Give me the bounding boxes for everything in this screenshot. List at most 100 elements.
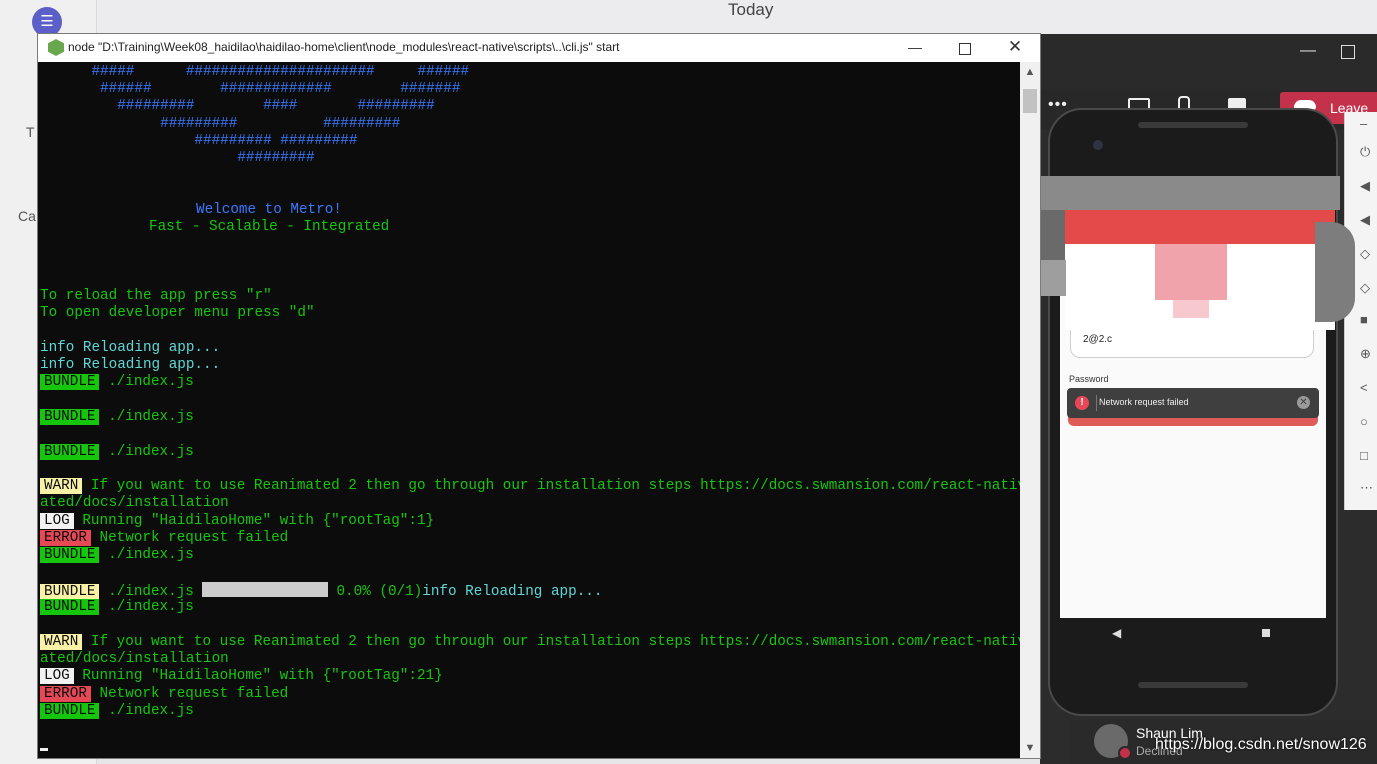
bundle-tag: BUNDLE: [40, 409, 100, 425]
welcome-text: Welcome to Metro!: [196, 202, 342, 218]
console-window[interactable]: node "D:\Training\Week08_haidilao\haidil…: [38, 34, 1040, 758]
log-text: Running "HaidilaoHome" with {"rootTag":1…: [82, 513, 435, 529]
log-line: BUNDLE ./index.js: [40, 374, 194, 391]
rotate-right-icon[interactable]: ◇: [1360, 280, 1370, 296]
progress-text: 0.0% (0/1): [336, 584, 423, 600]
text-cursor: [40, 748, 48, 751]
console-titlebar[interactable]: node "D:\Training\Week08_haidilao\haidil…: [38, 34, 1040, 62]
back-icon[interactable]: <: [1360, 380, 1368, 395]
vertical-scrollbar[interactable]: ▲ ▼: [1020, 62, 1040, 758]
error-tag: ERROR: [40, 530, 91, 546]
log-line: BUNDLE ./index.js: [40, 599, 194, 616]
warn-tag: WARN: [40, 478, 83, 494]
console-title: node "D:\Training\Week08_haidilao\haidil…: [68, 40, 620, 54]
phone-bottom-speaker: [1138, 682, 1248, 688]
warn-text: If you want to use Reanimated 2 then go …: [90, 478, 1020, 494]
bundle-path: ./index.js: [108, 374, 194, 390]
scroll-thumb[interactable]: [1023, 89, 1037, 113]
log-line: BUNDLE ./index.js: [40, 444, 194, 461]
bundle-path: ./index.js: [108, 409, 194, 425]
log-line: BUNDLE ./index.js: [40, 703, 194, 720]
ascii-art-line: #########: [40, 150, 315, 166]
ascii-art-line: ######### #########: [40, 133, 358, 149]
volume-down-icon[interactable]: ◀: [1360, 212, 1370, 228]
log-line: BUNDLE ./index.js: [40, 409, 194, 426]
ascii-art-line: ###### ############# #######: [40, 81, 461, 97]
meeting-restore-icon[interactable]: [1341, 45, 1355, 59]
close-button[interactable]: ✕: [990, 34, 1040, 62]
log-line: info Reloading app...: [40, 357, 221, 373]
bundle-path: ./index.js: [108, 599, 194, 615]
phone-navigation-bar: [1060, 618, 1326, 652]
log-tag: LOG: [40, 668, 74, 684]
screenshot-icon[interactable]: ■: [1360, 312, 1368, 327]
maximize-button[interactable]: [940, 34, 990, 62]
log-line: ated/docs/installation: [40, 495, 229, 511]
log-line: ated/docs/installation: [40, 651, 229, 667]
email-value: 2@2.c: [1083, 334, 1113, 345]
bundle-tag: BUNDLE: [40, 703, 100, 719]
error-text: Network request failed: [99, 686, 289, 702]
emulator-toolbar-minimize-icon[interactable]: –: [1360, 116, 1367, 131]
log-tag: LOG: [40, 513, 74, 529]
ascii-art-line: ######### #### #########: [40, 98, 435, 114]
devmenu-hint: To open developer menu press "d": [40, 305, 315, 321]
log-line: ERROR Network request failed: [40, 686, 288, 703]
sidebar-fragment-label: Ca: [18, 208, 36, 224]
warn-text: If you want to use Reanimated 2 then go …: [90, 634, 1020, 650]
meeting-titlebar: [1040, 34, 1377, 90]
nodejs-icon: [48, 39, 64, 56]
console-output[interactable]: ##### ###################### ###### ####…: [38, 62, 1020, 758]
scroll-down-icon[interactable]: ▼: [1020, 738, 1040, 758]
volume-up-icon[interactable]: ◀: [1360, 178, 1370, 194]
bundle-progress-bar: [201, 582, 328, 597]
home-icon[interactable]: ○: [1360, 414, 1368, 429]
ascii-art-line: ######### #########: [40, 116, 401, 132]
bundle-tag: BUNDLE: [40, 584, 100, 600]
pixelated-logo-area: [1010, 176, 1355, 330]
zoom-icon[interactable]: ⊕: [1360, 346, 1371, 362]
bundle-path: ./index.js: [108, 444, 194, 460]
more-icon[interactable]: ⋯: [1360, 480, 1373, 496]
today-label: Today: [728, 0, 774, 19]
log-text: Running "HaidilaoHome" with {"rootTag":2…: [82, 668, 443, 684]
log-line: ERROR Network request failed: [40, 530, 288, 547]
meeting-minimize-icon[interactable]: —: [1300, 42, 1316, 60]
progress-info: info Reloading app...: [422, 584, 603, 600]
email-field[interactable]: 2@2.c: [1070, 326, 1314, 358]
error-tag: ERROR: [40, 686, 91, 702]
log-line: LOG Running "HaidilaoHome" with {"rootTa…: [40, 513, 434, 530]
bundle-tag: BUNDLE: [40, 547, 100, 563]
bundle-tag: BUNDLE: [40, 599, 100, 615]
tagline-text: Fast - Scalable - Integrated: [149, 219, 390, 235]
log-line: LOG Running "HaidilaoHome" with {"rootTa…: [40, 668, 443, 685]
bundle-path: ./index.js: [108, 547, 194, 563]
bundle-path: ./index.js: [108, 703, 194, 719]
scroll-up-icon[interactable]: ▲: [1020, 62, 1040, 82]
ascii-art-line: ##### ###################### ######: [40, 64, 469, 80]
reload-hint: To reload the app press "r": [40, 288, 272, 304]
power-icon[interactable]: ⏻: [1360, 144, 1370, 160]
log-line: info Reloading app...: [40, 340, 221, 356]
password-label: Password: [1069, 374, 1109, 384]
close-icon[interactable]: ✕: [1297, 396, 1310, 409]
nav-recent-icon[interactable]: [1262, 629, 1270, 637]
warn-tag: WARN: [40, 634, 83, 650]
maximize-icon: [959, 43, 971, 55]
minimize-button[interactable]: —: [890, 34, 940, 62]
log-line: BUNDLE ./index.js 0.0% (0/1)info Reloadi…: [40, 582, 603, 600]
watermark: https://blog.csdn.net/snow126: [1155, 736, 1367, 753]
toast-divider: [1096, 395, 1097, 411]
error-icon: !: [1075, 396, 1089, 410]
nav-back-icon[interactable]: ◀: [1112, 626, 1121, 640]
rotate-left-icon[interactable]: ◇: [1360, 246, 1370, 262]
error-text: Network request failed: [99, 530, 289, 546]
toast-message: Network request failed: [1099, 397, 1189, 407]
bundle-path: ./index.js: [108, 584, 194, 600]
log-line: WARN If you want to use Reanimated 2 the…: [40, 634, 1020, 651]
phone-camera: [1093, 140, 1103, 150]
teams-app-icon[interactable]: ☰: [32, 7, 62, 37]
log-line: WARN If you want to use Reanimated 2 the…: [40, 478, 1020, 495]
bundle-tag: BUNDLE: [40, 444, 100, 460]
overview-icon[interactable]: □: [1360, 448, 1368, 463]
